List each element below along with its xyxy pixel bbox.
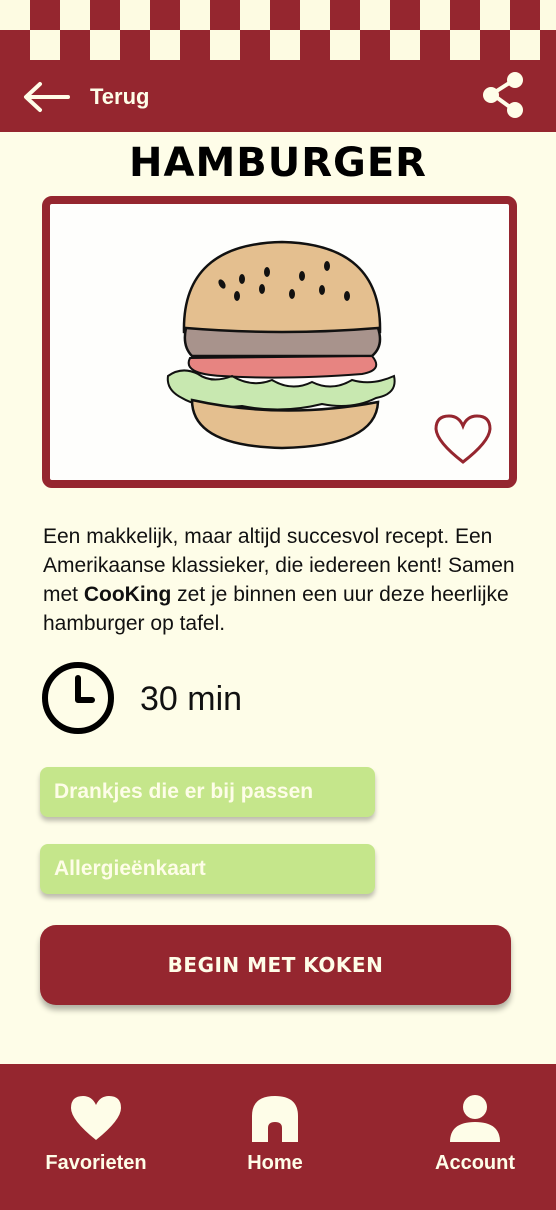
checker-tile (360, 30, 390, 60)
back-label[interactable]: Terug (90, 84, 149, 110)
nav-favorites-label: Favorieten (45, 1152, 147, 1174)
person-icon (450, 1095, 500, 1142)
checker-tile (330, 30, 360, 60)
brand-name: CooKing (83, 583, 172, 606)
favorite-button[interactable] (433, 412, 493, 466)
arrow-left-icon (24, 82, 70, 112)
checker-tile (540, 0, 556, 30)
checkered-banner (0, 0, 556, 60)
share-icon (483, 72, 523, 118)
nav-home-label: Home (247, 1152, 303, 1174)
checker-tile (360, 0, 390, 30)
checker-tile (180, 30, 210, 60)
checker-tile (450, 30, 480, 60)
heart-icon (71, 1096, 121, 1140)
checker-tile (540, 30, 556, 60)
share-button[interactable] (482, 70, 526, 120)
checker-tile (300, 30, 330, 60)
checker-tile (510, 30, 540, 60)
checker-tile (390, 0, 420, 30)
nav-account[interactable]: Account (395, 1064, 555, 1210)
checker-tile (210, 0, 240, 30)
checker-tile (90, 0, 120, 30)
back-button[interactable] (22, 80, 72, 114)
checker-tile (240, 0, 270, 30)
drinks-button[interactable]: Drankjes die er bij passen (40, 767, 375, 817)
clock-icon (42, 662, 114, 734)
checker-tile (390, 30, 420, 60)
checker-tile (180, 0, 210, 30)
house-icon (252, 1096, 298, 1142)
checker-tile (240, 30, 270, 60)
nav-account-label: Account (435, 1152, 515, 1174)
checker-tile (30, 30, 60, 60)
checker-tile (480, 0, 510, 30)
checker-tile (60, 30, 90, 60)
recipe-description: Een makkelijk, maar altijd succesvol rec… (43, 522, 523, 638)
bottom-nav: Favorieten Home Account (0, 1064, 556, 1210)
checker-tile (120, 0, 150, 30)
checker-tile (210, 30, 240, 60)
checker-tile (420, 0, 450, 30)
top-bar: Terug (0, 60, 556, 132)
nav-home[interactable]: Home (195, 1064, 355, 1210)
checker-tile (270, 30, 300, 60)
recipe-title: HAMBURGER (129, 140, 427, 186)
checker-tile (0, 30, 30, 60)
checker-tile (150, 0, 180, 30)
checker-tile (0, 0, 30, 30)
checker-tile (270, 0, 300, 30)
checker-tile (60, 0, 90, 30)
checker-tile (420, 30, 450, 60)
checker-tile (510, 0, 540, 30)
heart-outline-icon (434, 414, 492, 464)
recipe-image-card (42, 196, 517, 488)
checker-tile (450, 0, 480, 30)
allergens-button[interactable]: Allergieënkaart (40, 844, 375, 894)
checker-tile (480, 30, 510, 60)
checker-tile (90, 30, 120, 60)
hamburger-image (166, 240, 396, 450)
checker-tile (120, 30, 150, 60)
checker-tile (30, 0, 60, 30)
checker-tile (300, 0, 330, 30)
checker-tile (330, 0, 360, 30)
start-cooking-button[interactable]: BEGIN MET KOKEN (40, 925, 511, 1005)
checker-tile (150, 30, 180, 60)
cooking-time: 30 min (140, 680, 243, 718)
nav-favorites[interactable]: Favorieten (16, 1064, 176, 1210)
